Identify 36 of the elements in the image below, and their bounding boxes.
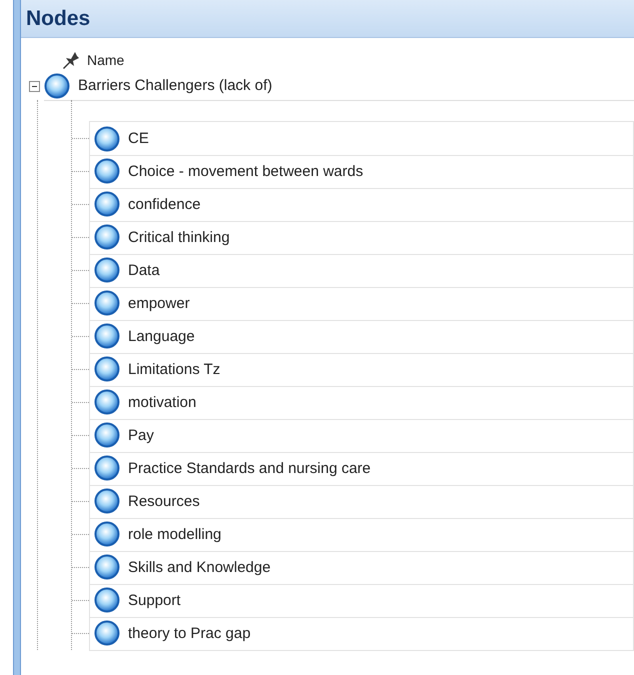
node-icon [94, 323, 120, 349]
node-icon [94, 422, 120, 448]
node-label[interactable]: confidence [128, 196, 201, 212]
node-icon [94, 521, 120, 547]
node-icon [94, 126, 120, 152]
node-label[interactable]: CE [128, 130, 149, 147]
node-label[interactable]: Support [128, 592, 181, 608]
node-label[interactable]: empower [128, 294, 190, 312]
node-label[interactable]: Resources [128, 492, 200, 510]
node-icon [94, 290, 120, 316]
node-icon [94, 455, 120, 481]
node-icon [94, 257, 120, 283]
node-label[interactable]: role modelling [128, 526, 222, 542]
node-icon [94, 158, 120, 184]
node-label[interactable]: Critical thinking [128, 228, 230, 246]
node-icon [94, 620, 120, 646]
column-header[interactable]: Name [87, 52, 124, 68]
node-icon [94, 488, 120, 514]
node-icon [44, 72, 70, 98]
node-label[interactable]: Data [128, 262, 160, 278]
node-label[interactable]: motivation [128, 394, 196, 410]
node-icon [94, 389, 120, 415]
node-label[interactable]: theory to Prac gap [128, 624, 251, 642]
collapse-icon[interactable] [29, 80, 40, 92]
node-label[interactable]: Skills and Knowledge [128, 558, 271, 576]
node-label[interactable]: Pay [128, 426, 154, 444]
node-icon [94, 356, 120, 382]
pin-icon [61, 50, 81, 70]
node-icon [94, 554, 120, 580]
node-label[interactable]: Barriers Challengers (lack of) [78, 77, 272, 94]
node-icon [94, 587, 120, 613]
node-icon [94, 224, 120, 250]
node-icon [94, 191, 120, 217]
node-label[interactable]: Language [128, 328, 195, 344]
node-label[interactable]: Limitations Tz [128, 360, 220, 378]
panel-title: Nodes [26, 6, 90, 30]
